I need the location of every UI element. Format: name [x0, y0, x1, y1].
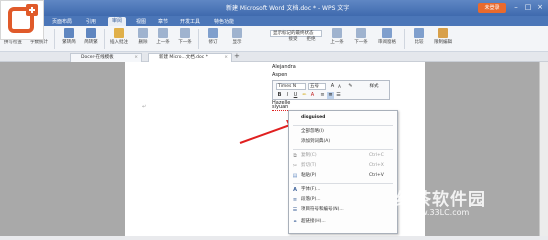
comment-icon	[114, 28, 124, 38]
insert-comment-button[interactable]: 插入批注	[108, 26, 130, 50]
prev-change-icon	[332, 28, 342, 38]
close-tab-icon[interactable]: ×	[134, 54, 138, 61]
paragraph-icon: ≡	[292, 197, 298, 203]
hyperlink-item[interactable]: ⚭ 超链接(H)...	[289, 217, 397, 227]
tab-docer-templates[interactable]: Docer-在线模板 ×	[70, 53, 142, 62]
bullets-icon: ☰	[292, 207, 298, 213]
copy-item[interactable]: ⧉ 复制(C) Ctrl+C	[289, 151, 397, 161]
prev-change-button[interactable]: 上一条	[326, 26, 348, 50]
ignore-all-item[interactable]: 全部忽略(I)	[289, 127, 397, 137]
cut-icon: ✂	[292, 163, 298, 169]
menu-bar: 页面布局 引用 审阅 视图 章节 开发工具 特色功能	[0, 16, 548, 26]
paragraph-item[interactable]: ≡ 段落(P)...	[289, 195, 397, 205]
title-bar: 新建 Microsoft Word 文档.doc * - WPS 文字 未登录 …	[0, 0, 548, 16]
login-button[interactable]: 未登录	[478, 3, 506, 13]
menu-item-page-layout[interactable]: 页面布局	[52, 18, 72, 25]
format-painter-icon[interactable]: ✎	[347, 83, 354, 90]
wps-logo-icon	[8, 4, 38, 33]
new-tab-icon[interactable]: +	[234, 52, 240, 60]
align-center-icon[interactable]: ≡	[319, 92, 326, 99]
prev-icon	[158, 28, 168, 38]
styles-button[interactable]: 样式	[367, 83, 381, 90]
delete-comment-icon	[138, 28, 148, 38]
copy-icon: ⧉	[293, 153, 297, 159]
minimize-icon[interactable]: –	[512, 3, 520, 11]
restrict-edit-icon	[438, 28, 448, 38]
trad-to-simp-button[interactable]: 繁转简	[58, 26, 80, 50]
menu-item-review[interactable]: 审阅	[108, 17, 127, 26]
track-changes-button[interactable]: 修订	[202, 26, 224, 50]
simp-trad-icon	[86, 28, 96, 38]
font-item[interactable]: A 字体(F)...	[289, 185, 397, 195]
maximize-icon[interactable]: □	[524, 3, 532, 11]
window-title: 新建 Microsoft Word 文档.doc * - WPS 文字	[226, 5, 350, 12]
spelling-context-menu: disguised 全部忽略(I) 添加到词典(A) ⧉ 复制(C) Ctrl+C …	[288, 110, 398, 234]
font-name-select[interactable]: Times N	[276, 83, 306, 90]
font-size-select[interactable]: 五号	[308, 83, 326, 90]
document-tab-bar: Docer-在线模板 × 新建 Micro...文档.doc * × +	[0, 52, 548, 62]
tab-current-document[interactable]: 新建 Micro...文档.doc * ×	[148, 53, 232, 62]
trad-simp-icon	[64, 28, 74, 38]
menu-item-developer[interactable]: 开发工具	[180, 18, 200, 25]
ribbon-divider	[198, 29, 199, 49]
next-comment-button[interactable]: 下一条	[174, 26, 196, 50]
prev-comment-button[interactable]: 上一条	[152, 26, 174, 50]
ribbon: 拼写检查 字数统计 繁转简 简转繁 插入批注 删除 上一条 下一条 修订 显示标…	[0, 26, 548, 52]
misspelled-word[interactable]: siyuan	[272, 104, 289, 111]
app-logo	[0, 0, 44, 40]
ribbon-divider	[404, 29, 405, 49]
restrict-edit-button[interactable]: 限制编辑	[432, 26, 454, 50]
menu-item-view[interactable]: 视图	[136, 18, 146, 25]
menu-divider	[293, 183, 393, 184]
paragraph-mark-icon: ↵	[142, 104, 147, 110]
compare-icon	[414, 28, 424, 38]
underline-icon[interactable]: U	[292, 92, 299, 99]
bullets-toolbar-icon[interactable]: ☰	[335, 92, 342, 99]
menu-divider	[293, 149, 393, 150]
watermark-title: 绿茶软件园	[396, 190, 486, 210]
show-icon	[232, 28, 242, 38]
spelling-suggestion[interactable]: disguised	[289, 113, 397, 123]
menu-item-references[interactable]: 引用	[86, 18, 96, 25]
vertical-scrollbar[interactable]	[539, 62, 548, 236]
compare-button[interactable]: 比较	[408, 26, 430, 50]
grow-font-icon[interactable]: A	[329, 83, 336, 90]
shrink-font-icon[interactable]: A	[336, 83, 343, 90]
mini-format-toolbar: Times N 五号 A A ✎ B I U ✏ A ≡ ≣ ☰ 样式	[272, 80, 390, 100]
next-change-button[interactable]: 下一条	[350, 26, 372, 50]
next-change-icon	[356, 28, 366, 38]
highlight-icon[interactable]: ✏	[301, 92, 308, 99]
close-icon[interactable]: ×	[536, 3, 544, 11]
track-changes-icon	[208, 28, 218, 38]
bold-icon[interactable]: B	[276, 92, 283, 99]
menu-item-sections[interactable]: 章节	[158, 18, 168, 25]
menu-item-special[interactable]: 特色功能	[214, 18, 234, 25]
line-spacing-icon[interactable]: ≣	[327, 92, 334, 99]
doc-line: Alejandra	[272, 64, 296, 70]
add-to-dictionary-item[interactable]: 添加到词典(A)	[289, 137, 397, 147]
review-pane-button[interactable]: 审阅窗格	[374, 26, 400, 50]
font-icon: A	[293, 187, 297, 193]
ribbon-divider	[104, 29, 105, 49]
bullets-numbering-item[interactable]: ☰ 项目符号和编号(N)...	[289, 205, 397, 215]
delete-comment-button[interactable]: 删除	[132, 26, 154, 50]
doc-line: Aspen	[272, 72, 288, 78]
reject-button[interactable]: 拒绝	[300, 36, 322, 50]
next-icon	[180, 28, 190, 38]
show-markup-button[interactable]: 显示	[226, 26, 248, 50]
cut-item[interactable]: ✂ 剪切(T) Ctrl+X	[289, 161, 397, 171]
paste-item[interactable]: ▤ 粘贴(P) Ctrl+V	[289, 171, 397, 181]
italic-icon[interactable]: I	[284, 92, 291, 99]
paste-icon: ▤	[292, 173, 298, 179]
font-color-icon[interactable]: A	[309, 92, 316, 99]
hyperlink-icon: ⚭	[292, 219, 298, 225]
watermark-url: www.33LC.com	[408, 208, 470, 217]
review-pane-icon	[382, 28, 392, 38]
menu-divider	[293, 125, 393, 126]
ribbon-divider	[54, 29, 55, 49]
close-tab-icon[interactable]: ×	[224, 54, 228, 61]
simp-to-trad-button[interactable]: 简转繁	[80, 26, 102, 50]
